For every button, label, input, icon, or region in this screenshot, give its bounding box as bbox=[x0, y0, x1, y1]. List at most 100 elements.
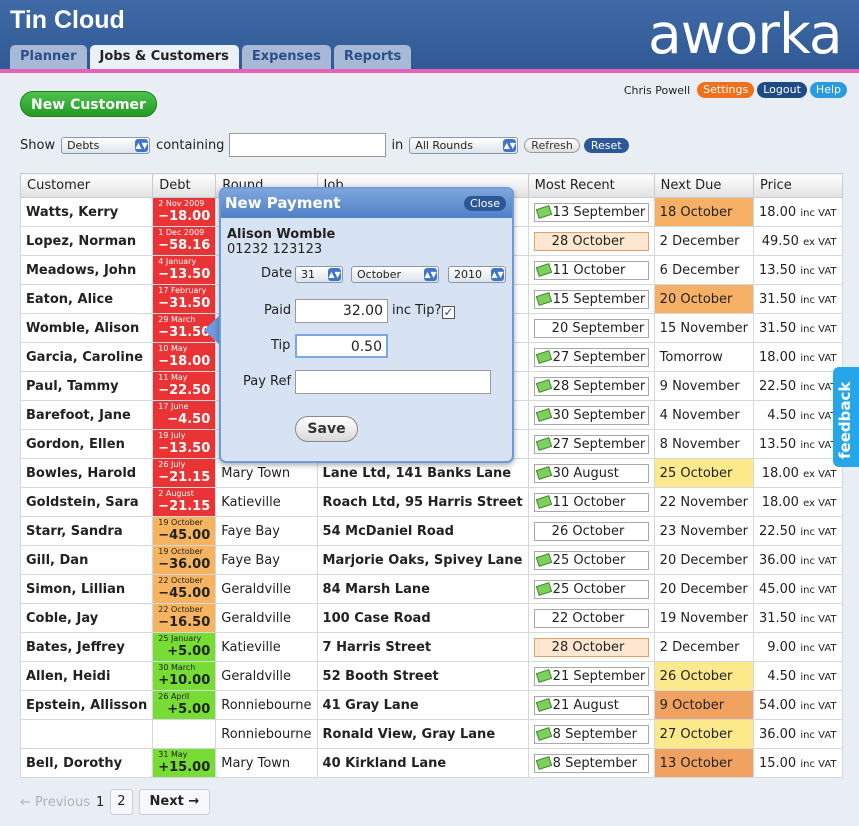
month-select[interactable]: October ▲▼ bbox=[351, 266, 439, 283]
customer-name[interactable]: Paul, Tammy bbox=[19, 371, 154, 401]
table-row[interactable]: Gill, Dan 19 October −36.00 Faye Bay Marjori… bbox=[19, 545, 843, 575]
tab-planner[interactable]: Planner bbox=[10, 45, 87, 69]
col-most-recent[interactable]: Most Recent bbox=[527, 173, 655, 198]
feedback-tab[interactable]: feedback bbox=[833, 367, 859, 467]
table-row[interactable]: Goldstein, Sara 2 August −21.15 Katieville R… bbox=[19, 487, 843, 517]
debt-cell[interactable]: 30 March +10.00 bbox=[152, 661, 217, 691]
customer-name[interactable]: Eaton, Alice bbox=[19, 284, 154, 314]
table-row[interactable]: Starr, Sandra 19 October −45.00 Faye Bay 54 … bbox=[19, 516, 843, 546]
job-cell[interactable]: 100 Case Road bbox=[316, 603, 529, 633]
col-price[interactable]: Price bbox=[752, 173, 843, 198]
settings-button[interactable]: Settings bbox=[697, 82, 755, 98]
customer-name[interactable]: Simon, Lillian bbox=[19, 574, 154, 604]
most-recent-button[interactable]: 25 October bbox=[533, 550, 649, 570]
customer-name[interactable]: Allen, Heidi bbox=[19, 661, 154, 691]
debt-cell[interactable]: 2 Nov 2009 −18.00 bbox=[152, 197, 217, 227]
table-row[interactable]: Allen, Heidi 30 March +10.00 Geraldville 52 … bbox=[19, 661, 843, 691]
inc-tip-checkbox[interactable]: ✓ bbox=[442, 306, 455, 319]
refresh-button[interactable]: Refresh bbox=[524, 137, 580, 153]
job-cell[interactable]: Ronald View, Gray Lane bbox=[316, 719, 529, 749]
most-recent-button[interactable]: 20 September bbox=[533, 318, 649, 338]
show-select[interactable]: Debts ▲▼ bbox=[61, 136, 151, 154]
most-recent-button[interactable]: 13 September bbox=[533, 202, 649, 222]
debt-cell[interactable]: 22 October −16.50 bbox=[152, 603, 217, 633]
help-button[interactable]: Help bbox=[809, 82, 847, 98]
debt-cell[interactable]: 19 October −45.00 bbox=[152, 516, 217, 546]
customer-name[interactable]: Gordon, Ellen bbox=[19, 429, 154, 459]
col-customer[interactable]: Customer bbox=[19, 173, 154, 198]
customer-name[interactable] bbox=[19, 719, 154, 749]
search-input[interactable] bbox=[229, 133, 387, 157]
most-recent-button[interactable]: 30 August bbox=[533, 463, 649, 483]
most-recent-button[interactable]: 28 October bbox=[533, 231, 649, 251]
col-next-due[interactable]: Next Due bbox=[653, 173, 754, 198]
job-cell[interactable]: 41 Gray Lane bbox=[316, 690, 529, 720]
most-recent-button[interactable]: 25 October bbox=[533, 579, 649, 599]
next-page-link[interactable]: Next → bbox=[138, 789, 211, 815]
job-cell[interactable]: 52 Booth Street bbox=[316, 661, 529, 691]
year-select[interactable]: 2010 ▲▼ bbox=[448, 266, 506, 283]
customer-name[interactable]: Watts, Kerry bbox=[19, 197, 154, 227]
debt-cell[interactable]: 10 May −18.00 bbox=[152, 342, 217, 372]
most-recent-button[interactable]: 21 September bbox=[533, 666, 649, 686]
customer-name[interactable]: Bell, Dorothy bbox=[19, 748, 154, 778]
customer-name[interactable]: Goldstein, Sara bbox=[19, 487, 154, 517]
job-cell[interactable]: 7 Harris Street bbox=[316, 632, 529, 662]
debt-cell[interactable]: 17 June −4.50 bbox=[152, 400, 217, 430]
day-select[interactable]: 31 ▲▼ bbox=[295, 266, 343, 283]
page-2-link[interactable]: 2 bbox=[110, 789, 133, 815]
tab-jobs-customers[interactable]: Jobs & Customers bbox=[89, 45, 239, 69]
most-recent-button[interactable]: 28 October bbox=[533, 637, 649, 657]
job-cell[interactable]: 40 Kirkland Lane bbox=[316, 748, 529, 778]
debt-cell[interactable]: 11 May −22.50 bbox=[152, 371, 217, 401]
tab-reports[interactable]: Reports bbox=[333, 45, 412, 69]
table-row[interactable]: Ronniebourne Ronald View, Gray Lane 8 Sept… bbox=[19, 719, 843, 749]
most-recent-button[interactable]: 15 September bbox=[533, 289, 649, 309]
round-select[interactable]: All Rounds ▲▼ bbox=[409, 136, 519, 154]
debt-cell[interactable]: 26 July −21.15 bbox=[152, 458, 217, 488]
most-recent-button[interactable]: 27 September bbox=[533, 434, 649, 454]
tip-input[interactable]: 0.50 bbox=[295, 334, 388, 358]
most-recent-button[interactable]: 11 October bbox=[533, 492, 649, 512]
paid-input[interactable]: 32.00 bbox=[295, 299, 388, 323]
customer-name[interactable]: Bowles, Harold bbox=[19, 458, 154, 488]
most-recent-button[interactable]: 11 October bbox=[533, 260, 649, 280]
customer-name[interactable]: Barefoot, Jane bbox=[19, 400, 154, 430]
most-recent-button[interactable]: 30 September bbox=[533, 405, 649, 425]
table-row[interactable]: Coble, Jay 22 October −16.50 Geraldville 100… bbox=[19, 603, 843, 633]
customer-name[interactable]: Epstein, Allisson bbox=[19, 690, 154, 720]
table-row[interactable]: Bates, Jeffrey 25 January +5.00 Katieville 7… bbox=[19, 632, 843, 662]
debt-cell[interactable]: 26 April +5.00 bbox=[152, 690, 217, 720]
close-button[interactable]: Close bbox=[464, 196, 506, 211]
debt-cell[interactable]: 25 January +5.00 bbox=[152, 632, 217, 662]
table-row[interactable]: Bell, Dorothy 31 May +15.00 Mary Town 40 Kir… bbox=[19, 748, 843, 778]
debt-cell[interactable]: 19 October −36.00 bbox=[152, 545, 217, 575]
customer-name[interactable]: Womble, Alison bbox=[19, 313, 154, 343]
most-recent-button[interactable]: 21 August bbox=[533, 695, 649, 715]
job-cell[interactable]: Marjorie Oaks, Spivey Lane bbox=[316, 545, 529, 575]
new-customer-button[interactable]: New Customer bbox=[20, 91, 157, 117]
debt-cell[interactable]: 31 May +15.00 bbox=[152, 748, 217, 778]
customer-name[interactable]: Bates, Jeffrey bbox=[19, 632, 154, 662]
most-recent-button[interactable]: 28 September bbox=[533, 376, 649, 396]
debt-cell[interactable]: 1 Dec 2009 −58.16 bbox=[152, 226, 217, 256]
most-recent-button[interactable]: 26 October bbox=[533, 521, 649, 541]
debt-cell[interactable]: 19 July −13.50 bbox=[152, 429, 217, 459]
customer-name[interactable]: Starr, Sandra bbox=[19, 516, 154, 546]
col-debt[interactable]: Debt bbox=[152, 173, 217, 198]
customer-name[interactable]: Garcia, Caroline bbox=[19, 342, 154, 372]
customer-name[interactable]: Meadows, John bbox=[19, 255, 154, 285]
most-recent-button[interactable]: 22 October bbox=[533, 608, 649, 628]
most-recent-button[interactable]: 27 September bbox=[533, 347, 649, 367]
customer-name[interactable]: Lopez, Norman bbox=[19, 226, 154, 256]
job-cell[interactable]: 84 Marsh Lane bbox=[316, 574, 529, 604]
previous-page-link[interactable]: ← Previous bbox=[20, 795, 90, 810]
customer-name[interactable]: Coble, Jay bbox=[19, 603, 154, 633]
debt-cell[interactable]: 17 February −31.50 bbox=[152, 284, 217, 314]
debt-cell[interactable]: 2 August −21.15 bbox=[152, 487, 217, 517]
logout-button[interactable]: Logout bbox=[757, 82, 807, 98]
reset-button[interactable]: Reset bbox=[583, 137, 629, 153]
most-recent-button[interactable]: 8 September bbox=[533, 724, 649, 744]
job-cell[interactable]: 54 McDaniel Road bbox=[316, 516, 529, 546]
most-recent-button[interactable]: 8 September bbox=[533, 753, 649, 773]
